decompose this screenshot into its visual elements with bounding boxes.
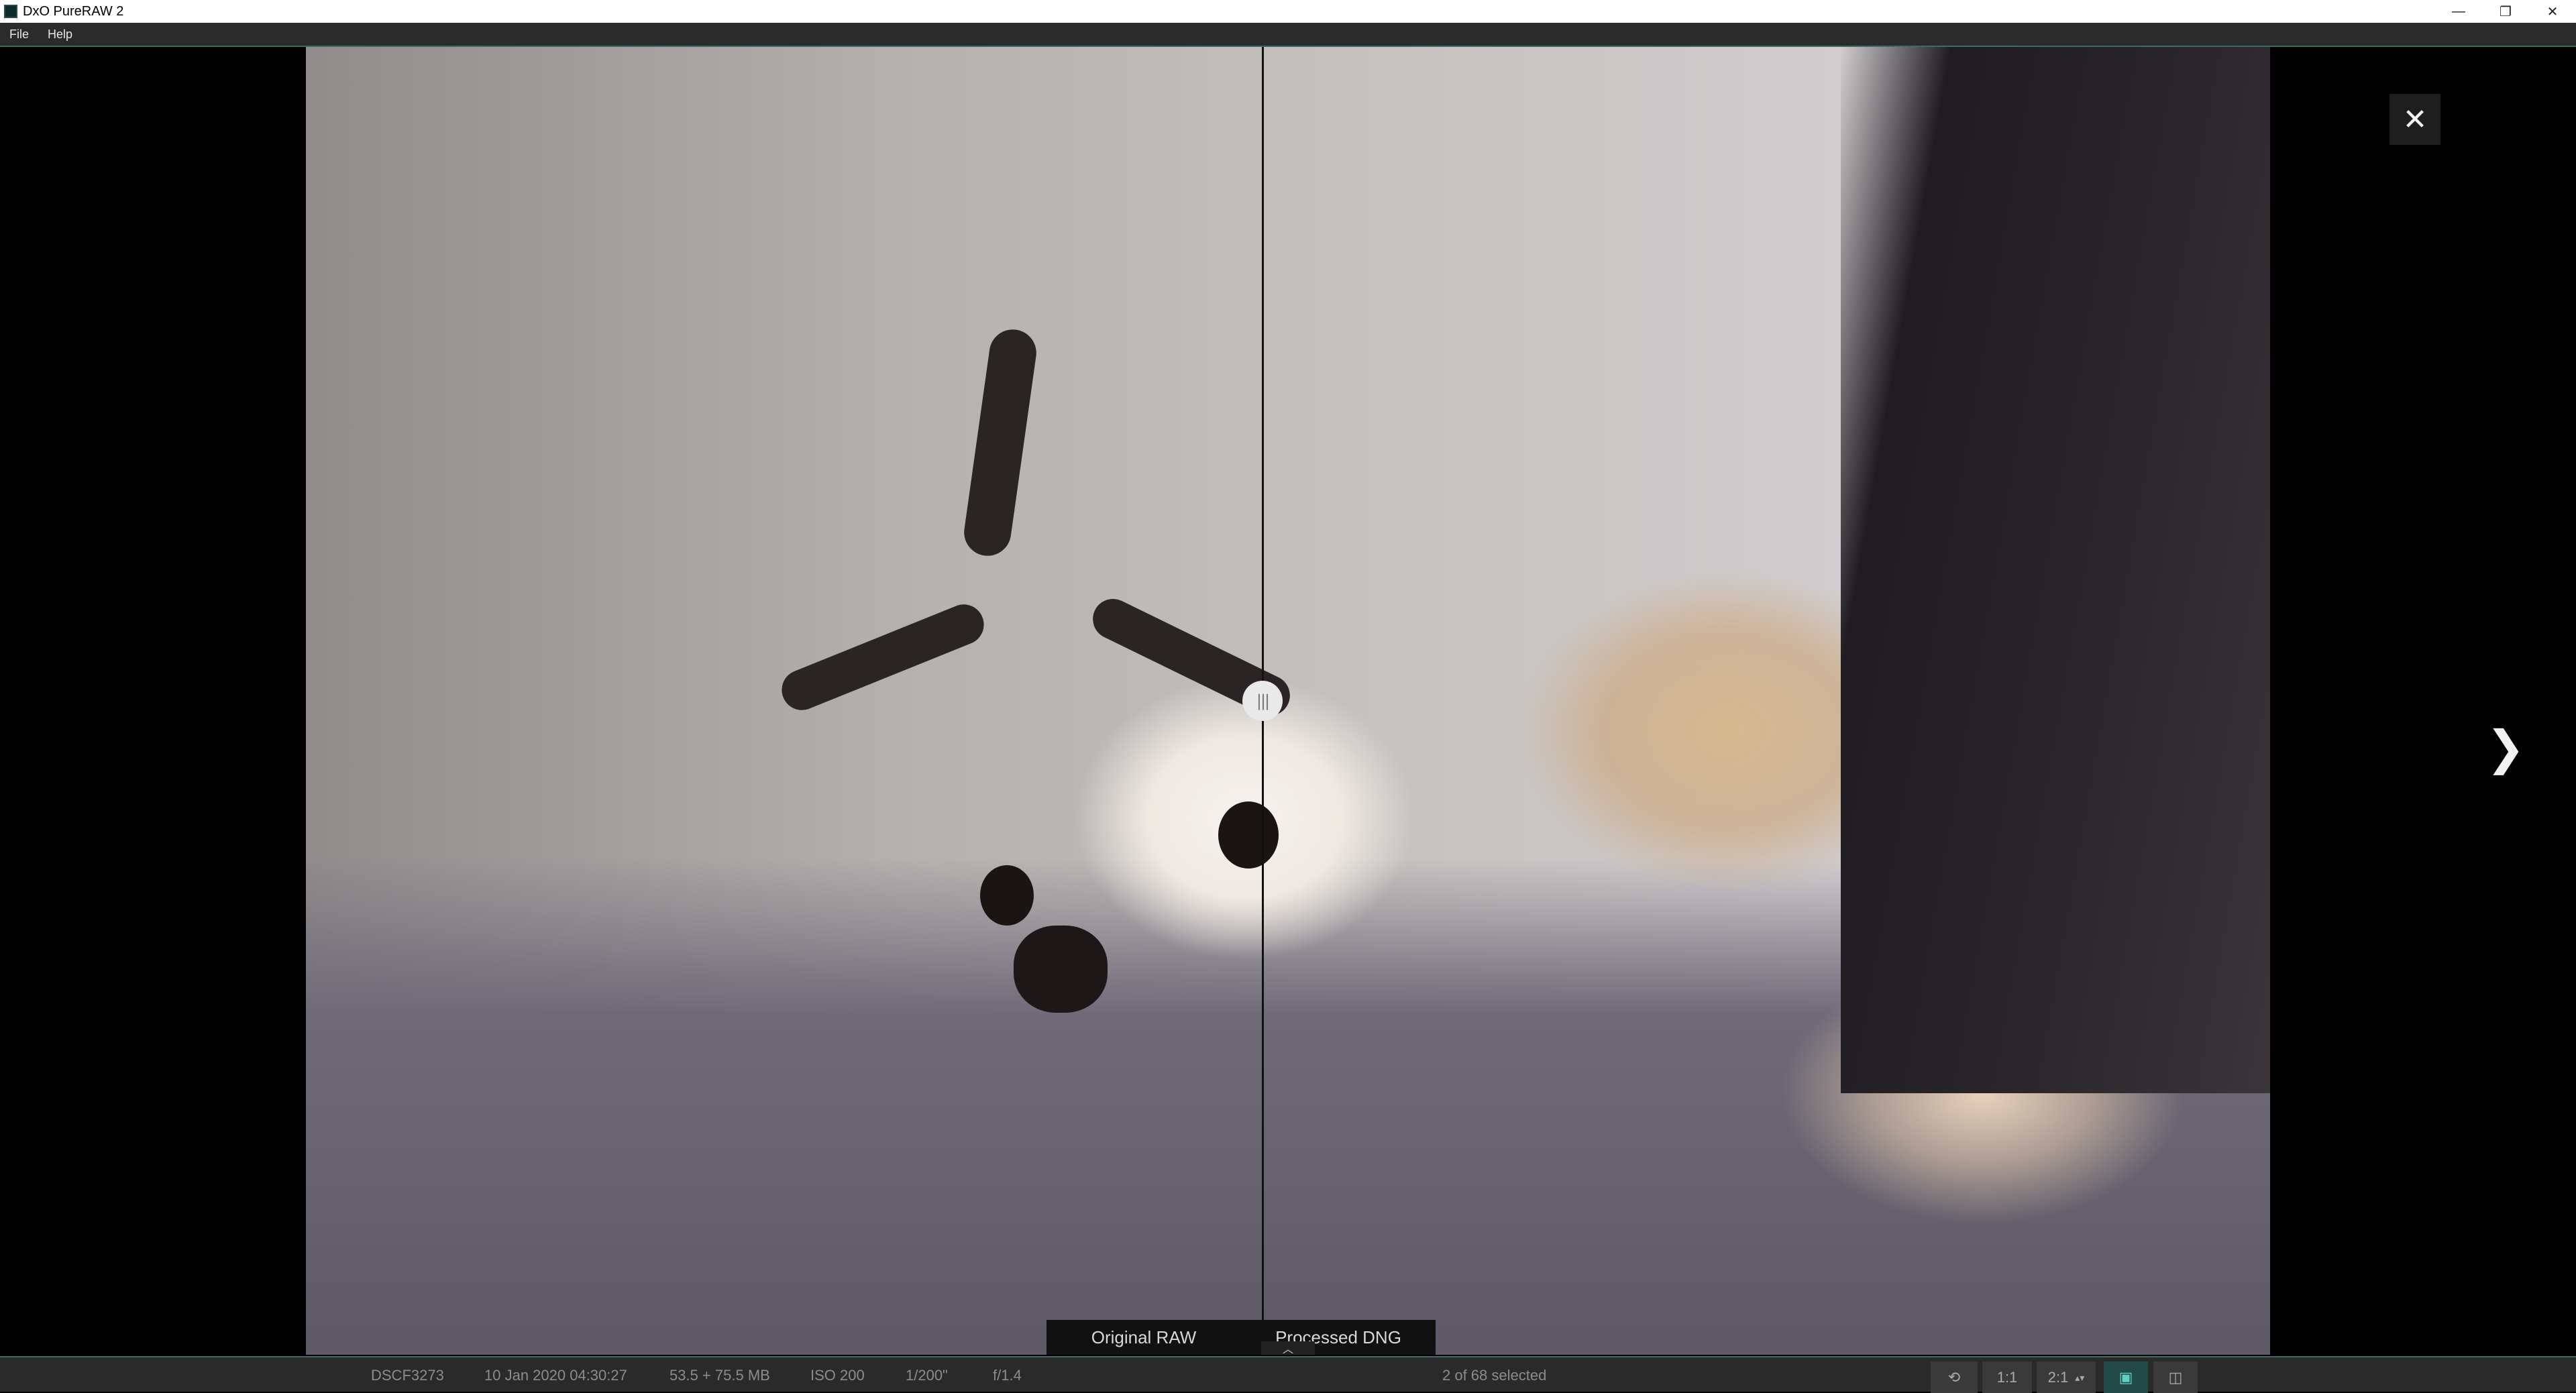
title-bar: DxO PureRAW 2 — ❐ ✕ (0, 0, 2576, 23)
capture-date: 10 Jan 2020 04:30:27 (484, 1367, 627, 1384)
chevron-right-icon[interactable]: ❯ (2486, 720, 2526, 775)
zoom-2-1-label: 2:1 (2047, 1368, 2069, 1386)
zoom-1-1-button[interactable]: 1:1 (1982, 1361, 2032, 1393)
close-window-button[interactable]: ✕ (2529, 0, 2576, 23)
photo-dog-nose (1014, 926, 1108, 1013)
photo-dog-eye (980, 865, 1034, 926)
close-icon[interactable]: ✕ (2390, 94, 2440, 145)
menu-help[interactable]: Help (38, 27, 82, 42)
file-size: 53.5 + 75.5 MB (669, 1367, 770, 1384)
comparison-photo (306, 47, 2270, 1355)
zoom-spinner-icon[interactable]: ▴▾ (2075, 1373, 2084, 1382)
photo-curtain (1841, 47, 2270, 1093)
zoom-2-1-button[interactable]: 2:1 ▴▾ (2037, 1361, 2096, 1393)
file-name: DSCF3273 (371, 1367, 444, 1384)
window-controls: — ❐ ✕ (2435, 0, 2576, 23)
menu-file[interactable]: File (0, 27, 38, 42)
photo-fan-blade (775, 598, 990, 716)
selection-count: 2 of 68 selected (1442, 1367, 1547, 1384)
photo-fan-blade (961, 326, 1040, 559)
app-icon (4, 5, 17, 18)
compare-labels: Original RAW Processed DNG (1046, 1320, 1436, 1355)
compare-view-icon[interactable]: ◫ (2153, 1361, 2198, 1393)
iso-value: ISO 200 (810, 1367, 865, 1384)
menu-bar: File Help (0, 23, 2576, 47)
restore-button[interactable]: ❐ (2482, 0, 2529, 23)
window-title: DxO PureRAW 2 (23, 3, 124, 19)
minimize-button[interactable]: — (2435, 0, 2482, 23)
split-handle-icon[interactable]: ||| (1242, 681, 1283, 721)
chevron-up-icon[interactable]: ︿ (1261, 1341, 1315, 1355)
photo-dog-eye (1218, 801, 1279, 869)
shutter-speed: 1/200" (906, 1367, 948, 1384)
status-bar: DSCF3273 10 Jan 2020 04:30:27 53.5 + 75.… (0, 1356, 2576, 1393)
image-viewer: ||| ✕ ❯ (0, 47, 2576, 1355)
aperture: f/1.4 (993, 1367, 1022, 1384)
original-raw-label: Original RAW (1091, 1327, 1197, 1347)
rotate-icon[interactable]: ⟲ (1931, 1361, 1978, 1393)
image-view-icon[interactable]: ▣ (2104, 1361, 2148, 1393)
